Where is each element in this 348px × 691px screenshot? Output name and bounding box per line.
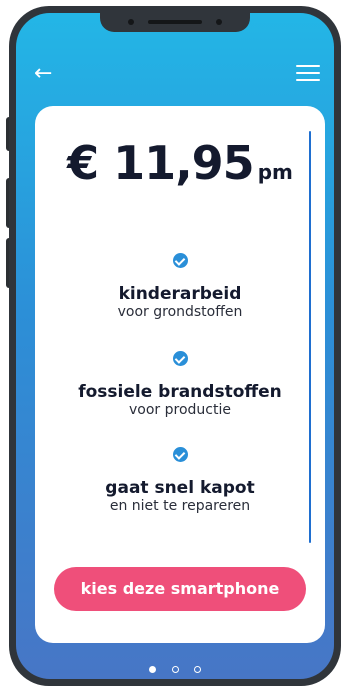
check-icon [172, 447, 188, 462]
feature-item: fossiele brandstoffen voor productie [35, 351, 325, 418]
phone-screen: ← € 11,95 pm kinderarbeid voor grondstoff… [16, 13, 334, 679]
hamburger-menu-icon[interactable] [296, 65, 320, 83]
speaker-icon [148, 20, 202, 24]
price-amount: € 11,95 [67, 136, 255, 190]
phone-frame: ← € 11,95 pm kinderarbeid voor grondstoff… [9, 6, 341, 686]
page-dot[interactable] [171, 666, 179, 673]
choose-smartphone-button[interactable]: kies deze smartphone [54, 567, 306, 611]
camera-icon [128, 19, 134, 25]
price-display: € 11,95 pm [35, 136, 325, 190]
feature-item: gaat snel kapot en niet te repareren [35, 447, 325, 514]
menu-line [296, 65, 320, 67]
feature-subtitle: voor productie [129, 402, 231, 418]
check-icon [172, 351, 188, 366]
feature-item: kinderarbeid voor grondstoffen [35, 253, 325, 320]
feature-title: kinderarbeid [118, 284, 242, 304]
back-arrow-icon[interactable]: ← [34, 63, 56, 85]
page-dot[interactable] [193, 666, 201, 673]
price-period: pm [257, 160, 293, 184]
phone-notch [100, 13, 250, 32]
sensor-icon [216, 19, 222, 25]
plan-card: € 11,95 pm kinderarbeid voor grondstoffen… [35, 106, 325, 643]
menu-line [296, 79, 320, 81]
feature-subtitle: en niet te repareren [109, 498, 251, 514]
page-dot-active[interactable] [149, 666, 157, 673]
menu-line [296, 72, 320, 74]
feature-subtitle: voor grondstoffen [117, 304, 243, 320]
page-indicator [16, 658, 334, 677]
check-icon [172, 253, 188, 268]
feature-title: gaat snel kapot [105, 478, 255, 498]
feature-title: fossiele brandstoffen [78, 382, 282, 402]
